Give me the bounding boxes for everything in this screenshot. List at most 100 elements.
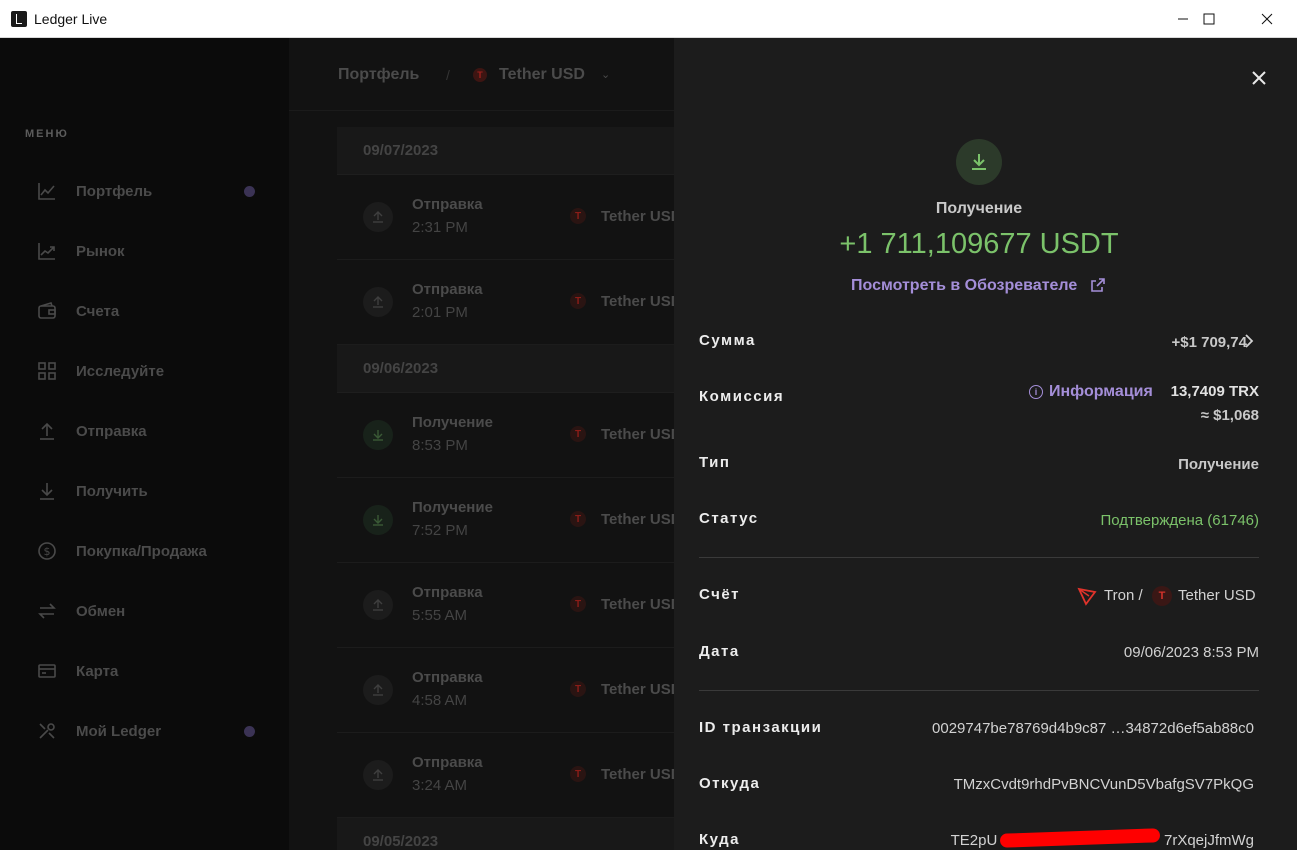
notification-dot bbox=[244, 726, 255, 737]
tether-token-icon: T bbox=[570, 208, 586, 224]
divider bbox=[699, 690, 1259, 691]
grid-icon bbox=[36, 360, 58, 382]
operation-type: Отправка bbox=[412, 754, 483, 771]
sidebar-item-my-ledger[interactable]: Мой Ledger bbox=[36, 716, 161, 746]
operation-row[interactable]: Отправка 2:31 PM T Tether USD bbox=[337, 175, 674, 260]
breadcrumb-portfolio[interactable]: Портфель bbox=[338, 66, 419, 84]
dollar-circle-icon: $ bbox=[36, 540, 58, 562]
operation-asset: Tether USD bbox=[601, 511, 674, 528]
sidebar-item-label: Исследуйте bbox=[76, 362, 165, 380]
sidebar-item-accounts[interactable]: Счета bbox=[36, 296, 119, 326]
operation-asset: Tether USD bbox=[601, 426, 674, 443]
sidebar-item-label: Рынок bbox=[76, 242, 125, 260]
operation-time: 5:55 AM bbox=[412, 607, 468, 624]
operation-time: 8:53 PM bbox=[412, 437, 468, 454]
market-trend-icon bbox=[36, 240, 58, 262]
tether-token-icon: T bbox=[570, 681, 586, 697]
tools-icon bbox=[36, 720, 58, 742]
sidebar-item-buy-sell[interactable]: $ Покупка/Продажа bbox=[36, 536, 207, 566]
fee-fiat-value: ≈ $1,068 bbox=[1200, 407, 1259, 424]
operation-time: 7:52 PM bbox=[412, 522, 468, 539]
receive-arrow-icon bbox=[363, 505, 393, 535]
tether-token-icon: T bbox=[570, 766, 586, 782]
ledger-logo-icon bbox=[11, 11, 27, 27]
date-header: 09/07/2023 bbox=[337, 127, 674, 175]
fee-info-link[interactable]: i Информация bbox=[1029, 383, 1153, 401]
close-icon bbox=[1261, 13, 1273, 25]
maximize-button[interactable] bbox=[1186, 0, 1232, 38]
operation-row[interactable]: Отправка 4:58 AM T Tether USD bbox=[337, 648, 674, 733]
operation-row[interactable]: Отправка 2:01 PM T Tether USD bbox=[337, 260, 674, 345]
operation-asset: Tether USD bbox=[601, 766, 674, 783]
tether-token-icon: T bbox=[1152, 586, 1172, 606]
receive-arrow-icon bbox=[363, 420, 393, 450]
swap-icon bbox=[36, 600, 58, 622]
arrow-down-icon bbox=[36, 480, 58, 502]
operation-type: Отправка bbox=[412, 669, 483, 686]
sidebar-item-market[interactable]: Рынок bbox=[36, 236, 125, 266]
close-drawer-button[interactable] bbox=[1246, 65, 1272, 91]
operation-amount: +1 711,109677 USDT bbox=[839, 228, 1119, 260]
wallet-icon bbox=[36, 300, 58, 322]
window-titlebar: Ledger Live bbox=[0, 0, 1297, 38]
tether-token-icon: T bbox=[570, 293, 586, 309]
sidebar-item-label: Портфель bbox=[76, 182, 153, 200]
sidebar-item-label: Карта bbox=[76, 662, 119, 680]
tether-token-icon: T bbox=[570, 426, 586, 442]
from-address[interactable]: TMzxCvdt9rhdPvBNCVunD5VbafgSV7PkQG bbox=[954, 776, 1254, 793]
operation-row[interactable]: Получение 7:52 PM T Tether USD bbox=[337, 478, 674, 563]
operations-list: 09/07/2023 Отправка 2:31 PM T Tether USD… bbox=[337, 127, 674, 850]
close-icon bbox=[1252, 71, 1266, 85]
operation-time: 2:01 PM bbox=[412, 304, 468, 321]
operation-row[interactable]: Получение 8:53 PM T Tether USD bbox=[337, 393, 674, 478]
window-close-button[interactable] bbox=[1244, 0, 1290, 38]
operation-row[interactable]: Отправка 3:24 AM T Tether USD bbox=[337, 733, 674, 818]
operation-details-drawer: Получение +1 711,109677 USDT Посмотреть … bbox=[674, 38, 1297, 850]
txid-value[interactable]: 0029747be78769d4b9c87 …34872d6ef5ab88c0 bbox=[932, 720, 1254, 737]
amount-fiat-value[interactable]: +$1 709,74 bbox=[1172, 334, 1248, 351]
to-label: Куда bbox=[699, 831, 740, 848]
operation-type: Отправка bbox=[412, 281, 483, 298]
card-icon bbox=[36, 660, 58, 682]
sidebar-item-discover[interactable]: Исследуйте bbox=[36, 356, 164, 386]
main-content: Портфель / T Tether USD ⌄ 09/07/2023 Отп… bbox=[289, 38, 674, 850]
account-chain[interactable]: Tron / bbox=[1104, 587, 1143, 604]
operation-asset: Tether USD bbox=[601, 681, 674, 698]
sidebar-item-label: Обмен bbox=[76, 602, 126, 620]
operation-type: Получение bbox=[412, 414, 493, 431]
operation-row[interactable]: Отправка 5:55 AM T Tether USD bbox=[337, 563, 674, 648]
arrow-up-icon bbox=[36, 420, 58, 442]
send-arrow-icon bbox=[363, 287, 393, 317]
chevron-down-icon[interactable]: ⌄ bbox=[601, 68, 610, 81]
operation-asset: Tether USD bbox=[601, 293, 674, 310]
sidebar-item-label: Мой Ledger bbox=[76, 722, 162, 740]
fee-info-label: Информация bbox=[1049, 383, 1153, 400]
sidebar-item-card[interactable]: Карта bbox=[36, 656, 118, 686]
svg-text:$: $ bbox=[44, 545, 51, 558]
status-value: Подтверждена (61746) bbox=[1100, 512, 1259, 529]
sidebar: МЕНЮ Портфель Рынок Счета Исследуйте Отп… bbox=[0, 38, 289, 850]
external-link-icon[interactable] bbox=[1091, 278, 1105, 292]
date-header: 09/05/2023 bbox=[337, 818, 674, 850]
date-value: 09/06/2023 8:53 PM bbox=[1123, 644, 1259, 661]
chevron-right-icon[interactable] bbox=[1244, 333, 1254, 349]
operation-time: 4:58 AM bbox=[412, 692, 468, 709]
sidebar-item-label: Отправка bbox=[76, 422, 147, 440]
fee-value: 13,7409 TRX bbox=[1170, 383, 1259, 400]
account-token[interactable]: Tether USD bbox=[1178, 587, 1256, 604]
sidebar-item-portfolio[interactable]: Портфель bbox=[36, 176, 152, 206]
send-arrow-icon bbox=[363, 760, 393, 790]
operation-type: Отправка bbox=[412, 196, 483, 213]
operation-type: Отправка bbox=[412, 584, 483, 601]
date-label: Дата bbox=[699, 643, 740, 660]
operation-time: 2:31 PM bbox=[412, 219, 468, 236]
sidebar-item-send[interactable]: Отправка bbox=[36, 416, 147, 446]
sidebar-item-swap[interactable]: Обмен bbox=[36, 596, 125, 626]
chart-line-icon bbox=[36, 180, 58, 202]
fee-label: Комиссия bbox=[699, 388, 785, 405]
breadcrumb-current-asset[interactable]: Tether USD bbox=[499, 66, 585, 84]
view-in-explorer-link[interactable]: Посмотреть в Обозревателе bbox=[851, 277, 1077, 295]
sidebar-item-receive[interactable]: Получить bbox=[36, 476, 148, 506]
account-label: Счёт bbox=[699, 586, 741, 603]
operation-asset: Tether USD bbox=[601, 596, 674, 613]
